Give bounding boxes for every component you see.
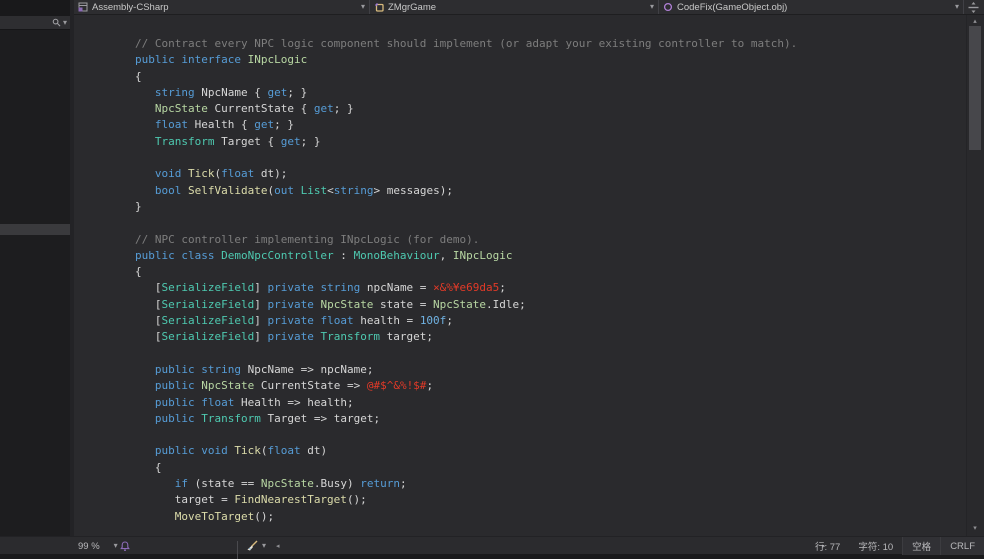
code-line[interactable]: [SerializeField] private Transform targe… — [135, 329, 966, 345]
project-dropdown-label: Assembly-CSharp — [92, 2, 361, 13]
code-line[interactable]: target = FindNearestTarget(); — [135, 492, 966, 508]
broom-icon — [246, 540, 258, 552]
editor-status-bar: 99 % ▾ ▾ ◂ ▸ 行: 77 字符: 10 空格 CRLF — [0, 536, 984, 554]
tool-panel-header — [0, 0, 70, 16]
project-dropdown[interactable]: Assembly-CSharp ▾ — [74, 0, 370, 14]
code-line[interactable]: } — [135, 199, 966, 215]
status-line-number: 行: 77 — [806, 537, 849, 555]
notification-button[interactable] — [120, 537, 130, 555]
code-line[interactable]: { — [135, 264, 966, 280]
code-editor[interactable]: // Contract every NPC logic component sh… — [74, 15, 966, 536]
code-line[interactable]: bool SelfValidate(out List<string> messa… — [135, 183, 966, 199]
scroll-up-arrow-icon[interactable]: ▴ — [968, 18, 982, 25]
code-line[interactable]: public interface INpcLogic — [135, 52, 966, 68]
left-tool-panel: ▾ — [0, 0, 70, 554]
code-line[interactable] — [135, 427, 966, 443]
code-line[interactable] — [135, 150, 966, 166]
search-input[interactable] — [0, 18, 52, 28]
status-column-number: 字符: 10 — [849, 537, 902, 555]
zoom-level-value: 99 % — [78, 541, 100, 552]
code-line[interactable]: Transform Target { get; } — [135, 134, 966, 150]
bell-icon — [120, 541, 130, 552]
class-icon — [374, 2, 384, 12]
code-line[interactable]: MoveToTarget(); — [135, 509, 966, 525]
member-dropdown[interactable]: CodeFix(GameObject.obj) ▾ — [659, 0, 964, 14]
code-cleanup-caret: ▾ — [262, 542, 266, 550]
code-line[interactable]: string NpcName { get; } — [135, 85, 966, 101]
vertical-scrollbar-thumb[interactable] — [969, 26, 981, 150]
split-window-icon — [968, 2, 979, 13]
code-line[interactable]: [SerializeField] private NpcState state … — [135, 297, 966, 313]
code-line[interactable]: public float Health => health; — [135, 395, 966, 411]
code-line[interactable]: // NPC controller implementing INpcLogic… — [135, 232, 966, 248]
scroll-down-arrow-icon[interactable]: ▾ — [968, 525, 982, 532]
type-dropdown-caret: ▾ — [650, 3, 654, 11]
scroll-left-arrow-icon[interactable]: ◂ — [276, 537, 280, 555]
code-line[interactable]: public string NpcName => npcName; — [135, 362, 966, 378]
code-line[interactable]: float Health { get; } — [135, 117, 966, 133]
code-line[interactable]: NpcState CurrentState { get; } — [135, 101, 966, 117]
member-dropdown-label: CodeFix(GameObject.obj) — [677, 2, 955, 13]
code-line[interactable]: public NpcState CurrentState => @#$^&%!$… — [135, 378, 966, 394]
code-line[interactable]: { — [135, 460, 966, 476]
navigation-bar: Assembly-CSharp ▾ ZMgrGame ▾ CodeFix(Gam… — [74, 0, 984, 15]
code-line[interactable]: // Contract every NPC logic component sh… — [135, 36, 966, 52]
code-line[interactable]: public void Tick(float dt) — [135, 443, 966, 459]
code-line[interactable]: if (state == NpcState.Busy) return; — [135, 476, 966, 492]
project-dropdown-caret: ▾ — [361, 3, 365, 11]
code-line[interactable] — [135, 215, 966, 231]
type-dropdown[interactable]: ZMgrGame ▾ — [370, 0, 659, 14]
indentation-mode-button[interactable]: 空格 — [902, 537, 940, 555]
code-line[interactable] — [135, 346, 966, 362]
tool-panel-search[interactable]: ▾ — [0, 16, 70, 30]
line-ending-button[interactable]: CRLF — [940, 537, 984, 555]
method-icon — [663, 2, 673, 12]
code-line[interactable]: public class DemoNpcController : MonoBeh… — [135, 248, 966, 264]
type-dropdown-label: ZMgrGame — [388, 2, 650, 13]
search-options-caret[interactable]: ▾ — [63, 19, 67, 27]
zoom-level-dropdown[interactable]: 99 % ▾ — [74, 537, 118, 555]
code-line[interactable]: [SerializeField] private string npcName … — [135, 280, 966, 296]
code-line[interactable]: { — [135, 69, 966, 85]
code-cleanup-button[interactable]: ▾ — [246, 537, 266, 555]
code-lines: // Contract every NPC logic component sh… — [74, 15, 966, 525]
csharp-project-icon — [78, 2, 88, 12]
statusbar-separator — [237, 541, 238, 559]
code-line[interactable]: public Transform Target => target; — [135, 411, 966, 427]
member-dropdown-caret: ▾ — [955, 3, 959, 11]
tool-panel-selected-row[interactable] — [0, 224, 70, 235]
cursor-status-group: 行: 77 字符: 10 空格 CRLF — [806, 537, 984, 555]
code-line[interactable]: void Tick(float dt); — [135, 166, 966, 182]
zoom-dropdown-caret: ▾ — [114, 542, 118, 550]
split-editor-handle[interactable] — [964, 0, 983, 14]
magnifier-icon — [52, 18, 61, 27]
code-line[interactable]: [SerializeField] private float health = … — [135, 313, 966, 329]
